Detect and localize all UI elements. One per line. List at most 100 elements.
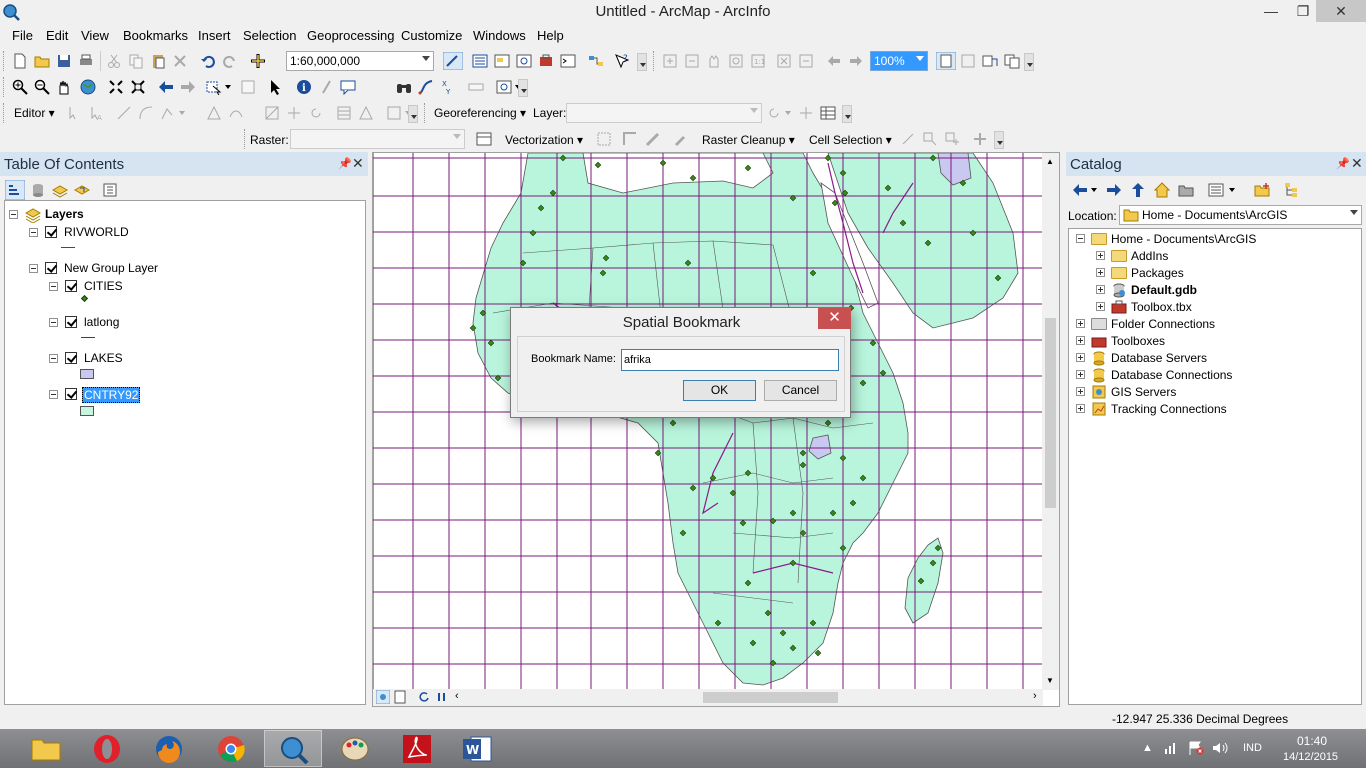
toolbar-grip[interactable] [244,129,247,149]
pause-drawing-icon[interactable] [435,690,449,704]
edit-tool-icon[interactable] [66,105,82,121]
raster-snapping-options-icon[interactable] [476,131,492,147]
go-to-xy-icon[interactable]: XY [440,79,456,95]
expand-database-servers-toggle[interactable] [1076,353,1085,362]
vectorization-trace-icon[interactable] [622,131,638,147]
input-language-indicator[interactable]: IND [1243,742,1262,754]
georeference-layer-select[interactable] [566,103,762,123]
catalog-connect-folder-icon[interactable] [1178,182,1194,198]
catalog-home-documents-arcgis[interactable]: Home - Documents\ArcGIS [1111,232,1256,246]
rivworld-line-symbol[interactable] [61,247,75,248]
redo-icon[interactable] [222,53,238,69]
scroll-down-arrow-icon[interactable]: ▼ [1046,676,1054,685]
expand-default-gdb-toggle[interactable] [1096,285,1105,294]
action-center-flag-icon[interactable] [1188,741,1204,755]
map-display[interactable]: ▲ ▼ ‹ › [372,152,1060,707]
toolbar-grip[interactable] [3,77,6,97]
arctoolbox-icon[interactable] [538,53,554,69]
python-window-icon[interactable] [560,53,576,69]
catalog-new-folder-icon[interactable] [1254,182,1270,198]
straight-segment-icon[interactable] [116,105,132,121]
editor-toolbar-toggle-icon[interactable] [443,52,463,70]
city-point[interactable] [814,649,822,657]
data-view-button-icon[interactable] [376,690,390,704]
measure-icon[interactable] [468,79,484,95]
catalog-tracking-connections[interactable]: Tracking Connections [1111,402,1227,416]
layers-data-frame-label[interactable]: Layers [45,207,84,221]
focus-data-frame-icon[interactable] [960,53,976,69]
auto-hide-pin-icon[interactable]: 📌 [338,157,352,170]
vertical-scroll-thumb[interactable] [1045,318,1056,508]
menu-windows[interactable]: Windows [473,28,526,43]
taskbar-file-explorer[interactable] [17,730,75,767]
expand-toolboxes-toggle[interactable] [1076,336,1085,345]
split-tool-icon[interactable] [286,105,302,121]
ok-button[interactable]: OK [683,380,756,401]
catalog-database-connections[interactable]: Database Connections [1111,368,1232,382]
menu-geoprocessing[interactable]: Geoprocessing [307,28,394,43]
clock-time[interactable]: 01:40 [1297,734,1327,748]
collapse-layers-toggle[interactable] [9,210,18,219]
search-window-icon[interactable] [516,53,532,69]
horizontal-scroll-thumb[interactable] [703,692,838,703]
scroll-left-arrow-icon[interactable]: ‹ [455,690,459,702]
taskbar-word[interactable]: W [449,730,507,767]
latlong-visibility-checkbox[interactable] [65,316,77,328]
rotate-georeference-icon[interactable] [766,105,792,121]
model-builder-icon[interactable] [588,53,604,69]
list-by-visibility-icon[interactable] [52,182,68,198]
toolbar-overflow-button[interactable] [637,53,647,71]
save-icon[interactable] [56,53,72,69]
fixed-zoom-in-layout-icon[interactable] [776,53,792,69]
fixed-zoom-out-icon[interactable] [130,79,146,95]
go-back-extent-icon[interactable] [158,79,174,95]
taskbar-arcmap[interactable] [264,730,322,767]
arcscan-toolbar-overflow-button[interactable] [994,131,1004,149]
taskbar-chrome[interactable] [202,730,260,767]
menu-selection[interactable]: Selection [243,28,296,43]
vectorization-settings-icon[interactable] [596,131,612,147]
layer-new-group-layer[interactable]: New Group Layer [64,261,158,275]
layer-latlong[interactable]: latlong [84,315,119,329]
taskbar-paint[interactable] [326,730,384,767]
paste-icon[interactable] [150,53,166,69]
select-connected-cells-icon[interactable] [900,131,916,147]
edit-annotation-icon[interactable]: A [88,105,104,121]
print-icon[interactable] [78,53,94,69]
html-popup-icon[interactable] [340,79,356,95]
vectorization-shapes-icon[interactable] [644,131,660,147]
menu-file[interactable]: File [12,28,33,43]
clock-date[interactable]: 14/12/2015 [1283,751,1338,763]
edit-vertices-icon[interactable] [206,105,222,121]
georeferencing-toolbar-overflow-button[interactable] [842,105,852,123]
volume-speaker-icon[interactable] [1212,741,1228,755]
scroll-right-arrow-icon[interactable]: › [1033,690,1037,702]
bookmark-name-input[interactable] [621,349,839,371]
go-forward-extent-icon[interactable] [180,79,196,95]
vectorization-menu-button[interactable]: Vectorization ▾ [505,133,583,147]
raster-painting-icon[interactable] [672,131,688,147]
menu-customize[interactable]: Customize [401,28,462,43]
expand-addins-toggle[interactable] [1096,251,1105,260]
catalog-packages[interactable]: Packages [1131,266,1184,280]
catalog-default-gdb[interactable]: Default.gdb [1131,283,1197,297]
rivworld-visibility-checkbox[interactable] [45,226,57,238]
taskbar-acrobat[interactable] [388,730,446,767]
pan-hand-icon[interactable] [56,79,72,95]
layout-zoom-out-icon[interactable] [684,53,700,69]
toolbar-grip[interactable] [3,103,6,123]
editor-menu-button[interactable]: Editor ▾ [14,106,55,120]
list-by-selection-icon[interactable] [74,182,90,198]
layout-zoom-in-icon[interactable] [662,53,678,69]
rotate-tool-icon[interactable] [308,105,324,121]
menu-edit[interactable]: Edit [46,28,68,43]
maximize-button[interactable]: ❐ [1288,0,1318,22]
layout-pan-icon[interactable] [706,53,722,69]
catalog-window-icon[interactable] [494,53,510,69]
data-driven-pages-icon[interactable] [1004,53,1020,69]
tools-toolbar-overflow-button[interactable] [518,79,528,97]
catalog-auto-hide-pin-icon[interactable]: 📌 [1336,157,1350,170]
whats-this-help-icon[interactable]: ? [614,53,630,69]
madagascar-island[interactable] [904,537,944,624]
catalog-close-icon[interactable]: ✕ [1351,155,1363,172]
